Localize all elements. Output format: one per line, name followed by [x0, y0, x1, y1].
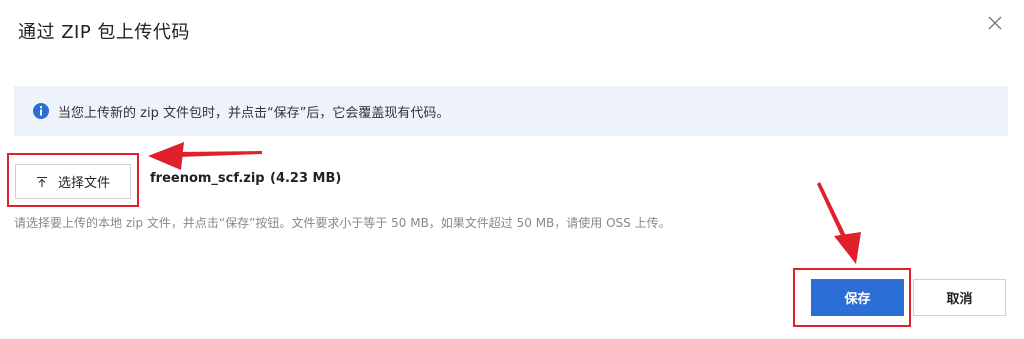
file-name: freenom_scf.zip — [150, 171, 265, 186]
info-banner: 当您上传新的 zip 文件包时，并点击“保存”后，它会覆盖现有代码。 — [14, 86, 1008, 136]
choose-file-button[interactable]: 选择文件 — [15, 164, 131, 199]
upload-hint: 请选择要上传的本地 zip 文件，并点击“保存”按钮。文件要求小于等于 50 M… — [14, 216, 671, 230]
upload-icon — [36, 176, 48, 188]
info-icon — [32, 102, 50, 120]
dialog-title: 通过 ZIP 包上传代码 — [18, 22, 190, 43]
choose-file-label: 选择文件 — [57, 176, 110, 191]
close-icon[interactable] — [986, 14, 1004, 32]
arrow-to-save — [817, 182, 861, 264]
cancel-button[interactable]: 取消 — [913, 279, 1006, 316]
file-size: (4.23 MB) — [270, 171, 342, 186]
info-text: 当您上传新的 zip 文件包时，并点击“保存”后，它会覆盖现有代码。 — [58, 105, 450, 121]
save-button[interactable]: 保存 — [811, 279, 904, 316]
arrow-to-choose-file — [148, 142, 262, 170]
